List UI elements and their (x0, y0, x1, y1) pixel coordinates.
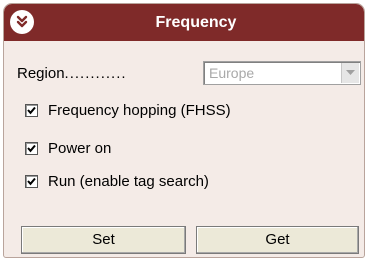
panel-title-bar: Frequency (4, 4, 364, 41)
fhss-option[interactable]: Frequency hopping (FHSS) (25, 102, 231, 119)
run-label: Run (enable tag search) (48, 173, 209, 190)
region-label: Region............ (17, 65, 127, 82)
region-select-value: Europe (209, 65, 255, 81)
region-select-dropdown-button[interactable] (341, 63, 359, 83)
run-option[interactable]: Run (enable tag search) (25, 173, 209, 190)
run-checkbox[interactable] (25, 175, 38, 188)
checkmark-icon (27, 177, 36, 186)
region-leader-dots: ............ (64, 65, 127, 82)
region-label-text: Region (17, 65, 65, 82)
get-button[interactable]: Get (196, 226, 359, 254)
region-select[interactable]: Europe (203, 61, 361, 85)
power-on-option[interactable]: Power on (25, 140, 111, 157)
checkmark-icon (27, 144, 36, 153)
fhss-checkbox[interactable] (25, 104, 38, 117)
panel-title: Frequency (155, 14, 237, 31)
checkmark-icon (27, 106, 36, 115)
power-on-checkbox[interactable] (25, 142, 38, 155)
set-button[interactable]: Set (21, 226, 186, 254)
chevron-down-icon (346, 70, 355, 75)
fhss-label: Frequency hopping (FHSS) (48, 102, 231, 119)
power-on-label: Power on (48, 140, 112, 157)
frequency-panel: Frequency Region............ Europe Freq… (3, 3, 365, 258)
